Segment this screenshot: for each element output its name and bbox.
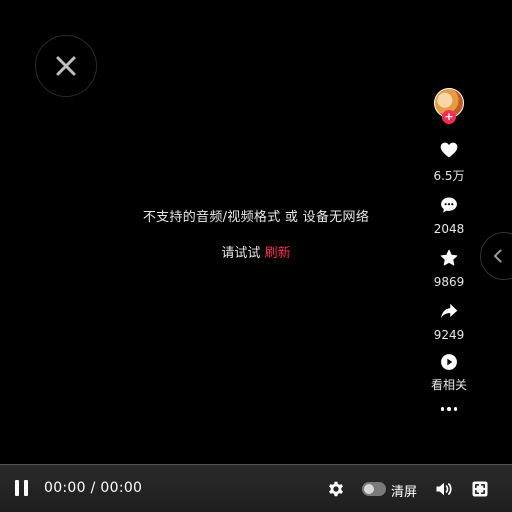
favorite-button[interactable]: 9869 [433, 248, 465, 289]
like-button[interactable]: 6.5万 [433, 140, 465, 184]
share-icon [441, 303, 458, 319]
pause-button[interactable] [15, 480, 33, 498]
follow-button[interactable]: + [442, 110, 456, 124]
more-options-icon[interactable] [440, 407, 458, 411]
related-label: 看相关 [430, 378, 467, 392]
time-display: 00:00 / 00:00 [44, 480, 142, 496]
star-icon [440, 249, 458, 266]
close-button[interactable] [35, 35, 97, 97]
chevron-left-icon [494, 249, 502, 263]
refresh-link[interactable]: 刷新 [265, 246, 291, 261]
comment-icon [441, 197, 457, 213]
clear-screen-toggle[interactable] [362, 482, 386, 496]
play-circle-icon [441, 354, 457, 370]
time-separator: / [90, 480, 96, 496]
share-button[interactable]: 9249 [433, 301, 465, 342]
settings-gear-icon[interactable] [326, 479, 346, 499]
current-time: 00:00 [44, 480, 86, 496]
action-sidebar: + 6.5万 2048 9869 9249 看相关 [424, 88, 474, 411]
player-controls: 00:00 / 00:00 清屏 [0, 464, 512, 512]
volume-icon[interactable] [434, 479, 454, 499]
clear-screen-label: 清屏 [391, 485, 418, 500]
comment-button[interactable]: 2048 [433, 195, 465, 236]
duration: 00:00 [100, 480, 143, 496]
favorite-count: 9869 [433, 275, 465, 289]
related-button[interactable]: 看相关 [431, 352, 467, 393]
heart-icon [440, 142, 458, 158]
close-icon [56, 56, 76, 76]
share-count: 9249 [433, 328, 465, 342]
author-avatar[interactable]: + [434, 88, 464, 124]
fullscreen-icon[interactable] [470, 479, 490, 499]
collapse-panel-tab[interactable] [480, 232, 512, 280]
retry-prefix: 请试试 [221, 246, 261, 261]
like-count: 6.5万 [433, 169, 465, 183]
pause-icon [15, 480, 19, 496]
comment-count: 2048 [433, 222, 465, 236]
